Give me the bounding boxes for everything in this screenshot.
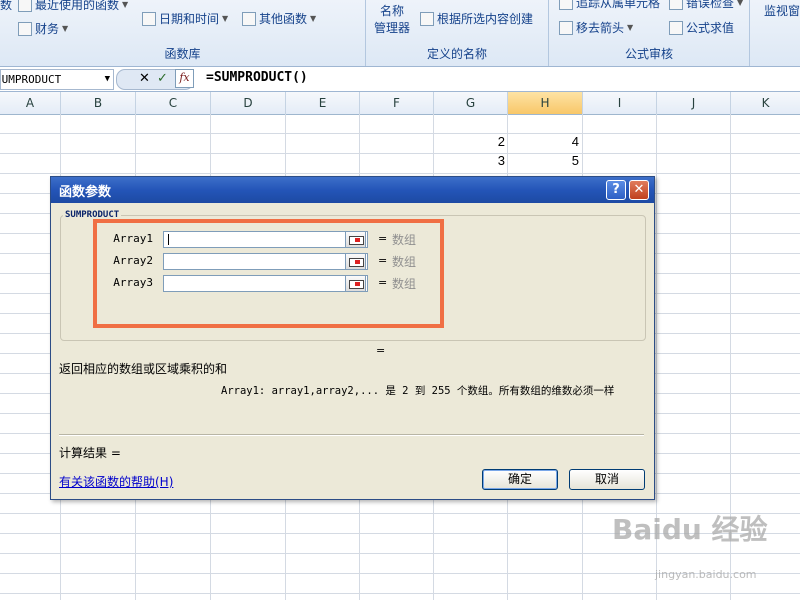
column-header[interactable]: B bbox=[61, 92, 136, 114]
chevron-down-icon: ▼ bbox=[122, 0, 129, 9]
close-icon[interactable]: ✕ bbox=[629, 180, 649, 200]
chevron-down-icon[interactable]: ▼ bbox=[105, 70, 110, 89]
chevron-down-icon: ▼ bbox=[627, 23, 634, 32]
formula-result-equals: = bbox=[376, 344, 386, 357]
dialog-titlebar[interactable]: 函数参数 ? ✕ bbox=[51, 177, 654, 203]
financial-button[interactable]: 财务 ▼ bbox=[18, 20, 68, 37]
column-header-selected[interactable]: H bbox=[508, 92, 583, 114]
column-header[interactable]: G bbox=[434, 92, 508, 114]
remove-arrows-icon bbox=[559, 20, 573, 35]
highlight-annotation-box bbox=[93, 219, 444, 328]
trace-dependents-button[interactable]: 追踪从属单元格 bbox=[559, 0, 660, 11]
column-header[interactable]: K bbox=[731, 92, 800, 114]
financial-icon bbox=[18, 21, 32, 36]
watch-window-button[interactable]: 监视窗 bbox=[764, 2, 800, 19]
ribbon-group-label: 定义的名称 bbox=[426, 47, 487, 61]
date-time-button[interactable]: 日期和时间 ▼ bbox=[142, 10, 228, 27]
insert-function-partial[interactable]: 数 bbox=[0, 0, 12, 13]
trace-dependents-icon bbox=[559, 0, 573, 10]
chevron-down-icon: ▼ bbox=[222, 14, 229, 23]
evaluate-formula-icon bbox=[669, 20, 683, 35]
name-manager-button[interactable]: 名称 管理器 bbox=[374, 2, 410, 36]
function-help-link[interactable]: 有关该函数的帮助(H) bbox=[59, 473, 173, 490]
function-description: 返回相应的数组或区域乘积的和 bbox=[59, 362, 228, 376]
ribbon-group-function-library: 数 最近使用的函数 ▼ 财务 ▼ 日期和时间 ▼ 其他函数 ▼ 函数库 bbox=[0, 0, 366, 66]
ribbon-group-defined-names: 名称 管理器 根据所选内容创建 定义的名称 bbox=[366, 0, 549, 66]
evaluate-formula-button[interactable]: 公式求值 bbox=[669, 19, 734, 36]
function-arguments-dialog: 函数参数 ? ✕ SUMPRODUCT Array1 = 数组 Array2 =… bbox=[50, 176, 655, 500]
create-from-selection-icon bbox=[420, 11, 434, 26]
column-headers: A B C D E F G H I J K bbox=[0, 92, 800, 115]
error-checking-icon bbox=[669, 0, 683, 10]
divider bbox=[59, 434, 644, 436]
argument-description: Array1: array1,array2,... 是 2 到 255 个数组。… bbox=[221, 385, 615, 397]
calendar-icon bbox=[142, 11, 156, 26]
chevron-down-icon: ▼ bbox=[737, 0, 744, 7]
column-header[interactable]: I bbox=[583, 92, 657, 114]
check-icon[interactable]: ✓ bbox=[157, 71, 168, 86]
ribbon-group-label: 函数库 bbox=[164, 47, 201, 61]
insert-function-button[interactable]: fx bbox=[175, 69, 194, 88]
formula-input[interactable]: =SUMPRODUCT() bbox=[206, 70, 308, 85]
column-header[interactable]: F bbox=[360, 92, 434, 114]
column-header[interactable]: D bbox=[211, 92, 286, 114]
help-icon[interactable]: ? bbox=[606, 180, 626, 200]
ribbon: 数 最近使用的函数 ▼ 财务 ▼ 日期和时间 ▼ 其他函数 ▼ 函数库 名称 管理器 根据… bbox=[0, 0, 800, 67]
cancel-icon[interactable]: ✕ bbox=[139, 71, 150, 86]
cell-h1[interactable]: 4 bbox=[509, 134, 579, 149]
baidu-watermark-url: jingyan.baidu.com bbox=[655, 568, 757, 581]
cancel-button[interactable]: 取消 bbox=[569, 469, 645, 490]
baidu-watermark-logo: Baidu 经验 bbox=[612, 513, 768, 546]
recent-functions-icon bbox=[18, 0, 32, 12]
ribbon-group-label: 公式审核 bbox=[624, 47, 673, 61]
create-from-selection-button[interactable]: 根据所选内容创建 bbox=[420, 10, 533, 27]
column-header[interactable]: E bbox=[286, 92, 360, 114]
error-checking-button[interactable]: 错误检查 ▼ bbox=[669, 0, 743, 11]
cell-h2[interactable]: 5 bbox=[509, 153, 579, 168]
more-functions-icon bbox=[242, 11, 256, 26]
name-box[interactable]: SUMPRODUCT ▼ bbox=[0, 69, 114, 90]
column-header[interactable]: C bbox=[136, 92, 211, 114]
remove-arrows-button[interactable]: 移去箭头 ▼ bbox=[559, 19, 633, 36]
column-header[interactable]: A bbox=[0, 92, 61, 114]
column-header[interactable]: J bbox=[657, 92, 731, 114]
calculation-result: 计算结果 = bbox=[59, 446, 121, 460]
ok-button[interactable]: 确定 bbox=[482, 469, 558, 490]
dialog-title: 函数参数 bbox=[59, 185, 112, 200]
chevron-down-icon: ▼ bbox=[310, 14, 317, 23]
more-functions-button[interactable]: 其他函数 ▼ bbox=[242, 10, 316, 27]
cell-g2[interactable]: 3 bbox=[435, 153, 505, 168]
formula-bar: SUMPRODUCT ▼ ✕ ✓ fx =SUMPRODUCT() bbox=[0, 67, 800, 92]
cell-g1[interactable]: 2 bbox=[435, 134, 505, 149]
recent-functions-button[interactable]: 最近使用的函数 ▼ bbox=[18, 0, 128, 13]
ribbon-group-formula-auditing: 追踪从属单元格 错误检查 ▼ 移去箭头 ▼ 公式求值 公式审核 bbox=[549, 0, 750, 66]
chevron-down-icon: ▼ bbox=[62, 24, 69, 33]
